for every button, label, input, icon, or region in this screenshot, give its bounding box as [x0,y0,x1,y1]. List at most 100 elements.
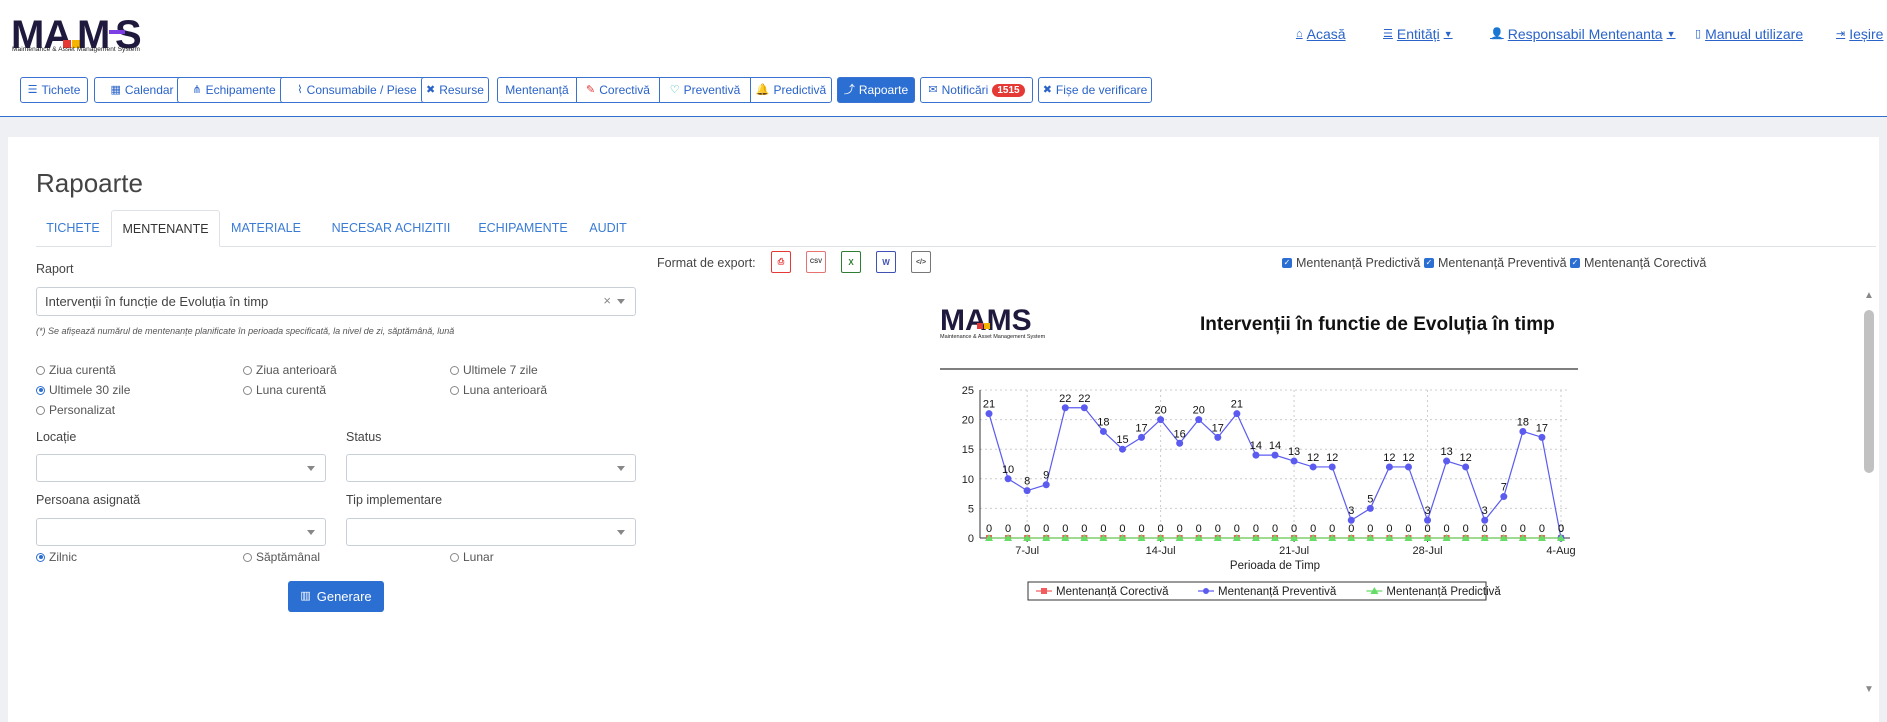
chevron-down-icon [307,466,315,471]
data-label: 18 [1097,416,1109,428]
clear-icon[interactable]: × [603,293,611,308]
tab-materials[interactable]: MATERIALE [224,210,308,246]
assignee-select[interactable] [36,518,326,546]
status-label: Status [346,430,382,444]
tab-procurement[interactable]: NECESAR ACHIZITII [322,210,460,246]
nav-user[interactable]: 👤 Responsabil Mentenanta ▼ [1490,26,1676,42]
x-axis-label: Perioada de Timp [1230,560,1320,572]
radio-circle [36,405,45,415]
report-label: Raport [36,262,74,276]
data-point [1290,457,1298,465]
data-point [1404,463,1412,471]
tickets-button[interactable]: ☰ Tichete [20,77,88,103]
chart-svg: MAMS Maintenance & Asset Management Syst… [940,304,1578,601]
corrective-button[interactable]: ✎ Corectivă [576,77,660,103]
nav-entities[interactable]: ☰ Entități ▼ [1383,26,1453,42]
csv-icon[interactable]: CSV [806,251,826,273]
data-label: 13 [1440,446,1452,458]
nav-logout[interactable]: ⇥ Ieșire [1836,26,1883,42]
pdf-icon[interactable]: ⎙ [771,251,791,273]
radio-weekly[interactable]: Săptămânal [243,550,320,564]
preventive-button[interactable]: ♡ Preventivă [659,77,751,103]
assignee-label: Persoana asignată [36,493,141,507]
data-label: 0 [1482,523,1488,535]
caret-down-icon: ▼ [1443,29,1453,39]
data-label: 0 [1119,523,1125,535]
data-label: 0 [1196,523,1202,535]
filter-preventive[interactable]: ✓ Mentenanță Preventivă [1424,256,1567,270]
tab-equipment[interactable]: ECHIPAMENTE [463,210,583,246]
radio-custom[interactable]: Personalizat [36,403,115,417]
heartbeat-icon: ♡ [669,83,680,96]
nav-home[interactable]: ⌂ Acasă [1296,26,1346,42]
location-select[interactable] [36,454,326,482]
maintenance-button[interactable]: Mentenanță [497,77,577,103]
tab-maintenance[interactable]: MENTENANTE [111,210,220,247]
radio-yesterday[interactable]: Ziua anterioară [243,363,337,377]
data-point [1271,451,1279,459]
filter-label: Mentenanță Predictivă [1296,256,1421,270]
radio-circle [450,552,459,562]
data-label: 0 [986,523,992,535]
radio-last-7-days[interactable]: Ultimele 7 zile [450,363,538,377]
radio-daily[interactable]: Zilnic [36,550,77,564]
equipment-button[interactable]: ⋔ Echipamente [177,77,291,103]
tab-audit[interactable]: AUDIT [570,210,646,246]
data-label: 21 [1231,399,1243,411]
radio-label: Personalizat [49,403,116,417]
notifications-button[interactable]: ✉ Notificări 1515 [920,77,1033,103]
data-label: 0 [1348,523,1354,535]
radio-circle [36,385,45,395]
data-label: 0 [1405,523,1411,535]
radio-previous-month[interactable]: Luna anterioară [450,383,547,397]
generate-label: Generare [316,589,372,604]
filter-predictive[interactable]: ✓ Mentenanță Predictivă [1282,256,1420,270]
scroll-up-icon[interactable]: ▲ [1864,290,1874,301]
radio-current-month[interactable]: Luna curentă [243,383,326,397]
data-label: 20 [1193,405,1205,417]
resources-label: Resurse [439,83,484,97]
radio-label: Luna curentă [256,383,327,397]
data-point [1042,481,1050,489]
y-tick-label: 20 [962,415,974,427]
y-tick-label: 15 [962,444,974,456]
implementation-type-select[interactable] [346,518,636,546]
radio-today[interactable]: Ziua curentă [36,363,116,377]
radio-label: Săptămânal [256,550,321,564]
resources-button[interactable]: ✖ Resurse [421,77,489,103]
status-select[interactable] [346,454,636,482]
word-icon[interactable]: W [876,251,896,273]
reports-button[interactable]: ⤴ Rapoarte [837,77,915,103]
report-note: (*) Se afișează numărul de mentenanțe pl… [36,326,455,336]
generate-button[interactable]: ▥ Generare [288,581,384,612]
scrollbar-thumb[interactable] [1864,310,1874,473]
paperclip-icon: ⌇ [297,83,303,96]
checklists-button[interactable]: ✖ Fișe de verificare [1038,77,1152,103]
report-select[interactable]: Intervenții în funcție de Evoluția în ti… [36,287,636,316]
html-icon[interactable]: </> [911,251,931,273]
data-label: 0 [1081,523,1087,535]
radio-label: Ziua anterioară [256,363,337,377]
chart-scrollbar[interactable]: ▲ ▼ [1862,290,1876,695]
excel-icon[interactable]: X [841,251,861,273]
tickets-label: Tichete [41,83,81,97]
filter-label: Mentenanță Preventivă [1438,256,1567,270]
radio-label: Ultimele 7 zile [463,363,538,377]
predictive-button[interactable]: 🔔 Predictivă [750,77,832,103]
data-label: 0 [1005,523,1011,535]
nav-manual[interactable]: ▯ Manual utilizare [1695,26,1803,42]
sitemap-icon: ⋔ [192,83,202,96]
data-point [1252,451,1260,459]
scroll-down-icon[interactable]: ▼ [1864,684,1874,695]
filter-corrective[interactable]: ✓ Mentenanță Corectivă [1570,256,1706,270]
nav-home-label: Acasă [1306,26,1346,42]
radio-label: Lunar [463,550,494,564]
data-point [1309,463,1317,471]
tab-tickets[interactable]: TICHETE [36,210,110,246]
notifications-label: Notificări [941,83,989,97]
chevron-down-icon [617,530,625,535]
consumables-button[interactable]: ⌇ Consumabile / Piese [280,77,434,103]
radio-monthly[interactable]: Lunar [450,550,494,564]
calendar-button[interactable]: ▦ Calendar [94,77,190,103]
radio-last-30-days[interactable]: Ultimele 30 zile [36,383,130,397]
